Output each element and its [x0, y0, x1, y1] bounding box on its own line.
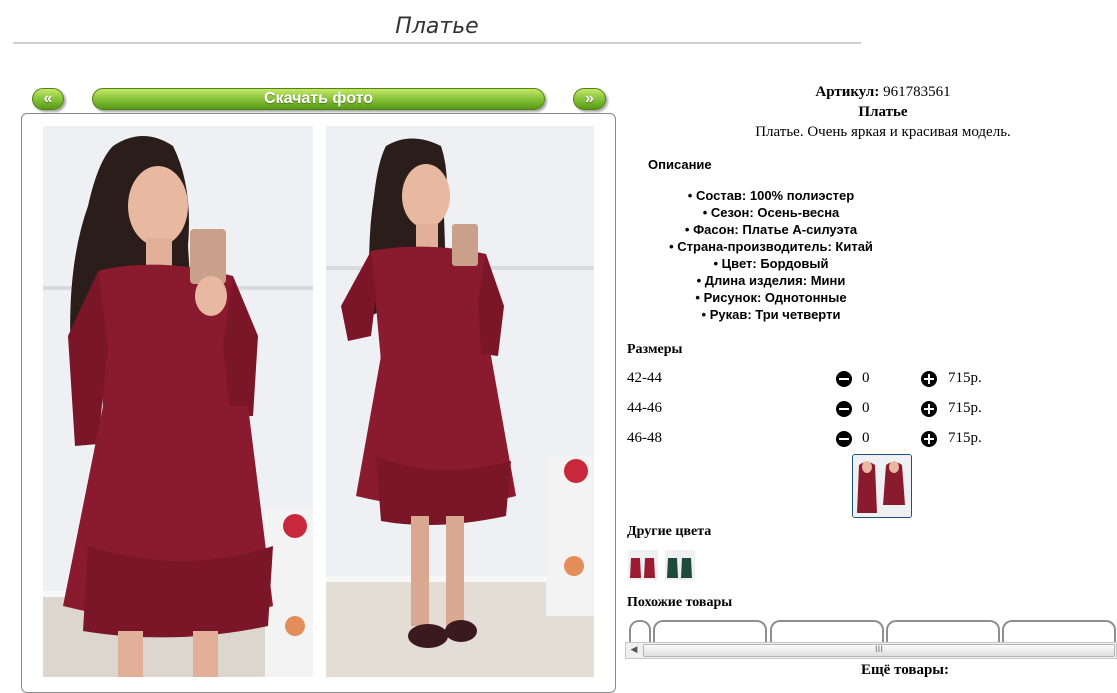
- plus-icon[interactable]: [921, 401, 937, 417]
- spec-item: Рукав: Три четверти: [627, 306, 915, 323]
- scrollbar-thumb[interactable]: III: [643, 644, 1115, 657]
- next-photo-button[interactable]: »: [573, 88, 606, 110]
- spec-item: Цвет: Бордовый: [627, 255, 915, 272]
- minus-icon[interactable]: [836, 431, 852, 447]
- product-photo-full[interactable]: [326, 126, 594, 677]
- more-products-heading: Ещё товары:: [860, 662, 950, 678]
- size-row: 44-46 0 715р.: [627, 400, 1117, 422]
- color-swatch-burgundy[interactable]: [628, 550, 658, 580]
- scroll-left-icon[interactable]: ◀: [626, 643, 642, 658]
- download-photo-button[interactable]: Скачать фото: [92, 88, 545, 110]
- quantity-value: 0: [862, 430, 870, 446]
- spec-item: Страна-производитель: Китай: [627, 238, 915, 255]
- plus-icon[interactable]: [921, 431, 937, 447]
- size-label: 42-44: [627, 370, 662, 386]
- photo-thumbnail[interactable]: [852, 454, 912, 518]
- product-name: Платье: [858, 104, 908, 120]
- spec-item: Состав: 100% полиэстер: [627, 187, 915, 204]
- minus-icon[interactable]: [836, 401, 852, 417]
- minus-icon[interactable]: [836, 371, 852, 387]
- plus-icon[interactable]: [921, 371, 937, 387]
- size-price: 715р.: [948, 430, 982, 446]
- size-price: 715р.: [948, 370, 982, 386]
- spec-item: Фасон: Платье А-силуэта: [627, 221, 915, 238]
- spec-item: Длина изделия: Мини: [627, 272, 915, 289]
- description-heading: Описание: [648, 157, 712, 172]
- size-row: 46-48 0 715р.: [627, 430, 1117, 452]
- specs-list: Состав: 100% полиэстер Сезон: Осень-весн…: [627, 187, 915, 323]
- size-label: 46-48: [627, 430, 662, 446]
- article-value: 961783561: [883, 84, 951, 100]
- article-line: Артикул: 961783561: [627, 84, 1117, 101]
- size-label: 44-46: [627, 400, 662, 416]
- spec-item: Рисунок: Однотонные: [627, 289, 915, 306]
- product-photo-front[interactable]: [43, 126, 313, 677]
- product-short-description: Платье. Очень яркая и красивая модель.: [755, 124, 1011, 140]
- article-label: Артикул:: [815, 84, 880, 100]
- horizontal-scrollbar[interactable]: ◀ III: [625, 642, 1117, 659]
- size-price: 715р.: [948, 400, 982, 416]
- sizes-heading: Размеры: [627, 342, 683, 357]
- quantity-value: 0: [862, 400, 870, 416]
- other-colors-heading: Другие цвета: [627, 524, 712, 539]
- size-row: 42-44 0 715р.: [627, 370, 1117, 392]
- quantity-value: 0: [862, 370, 870, 386]
- color-swatch-green[interactable]: [665, 550, 695, 580]
- similar-products-heading: Похожие товары: [627, 595, 733, 610]
- spec-item: Сезон: Осень-весна: [627, 204, 915, 221]
- page-title: Платье: [13, 10, 861, 44]
- prev-photo-button[interactable]: «: [32, 88, 64, 110]
